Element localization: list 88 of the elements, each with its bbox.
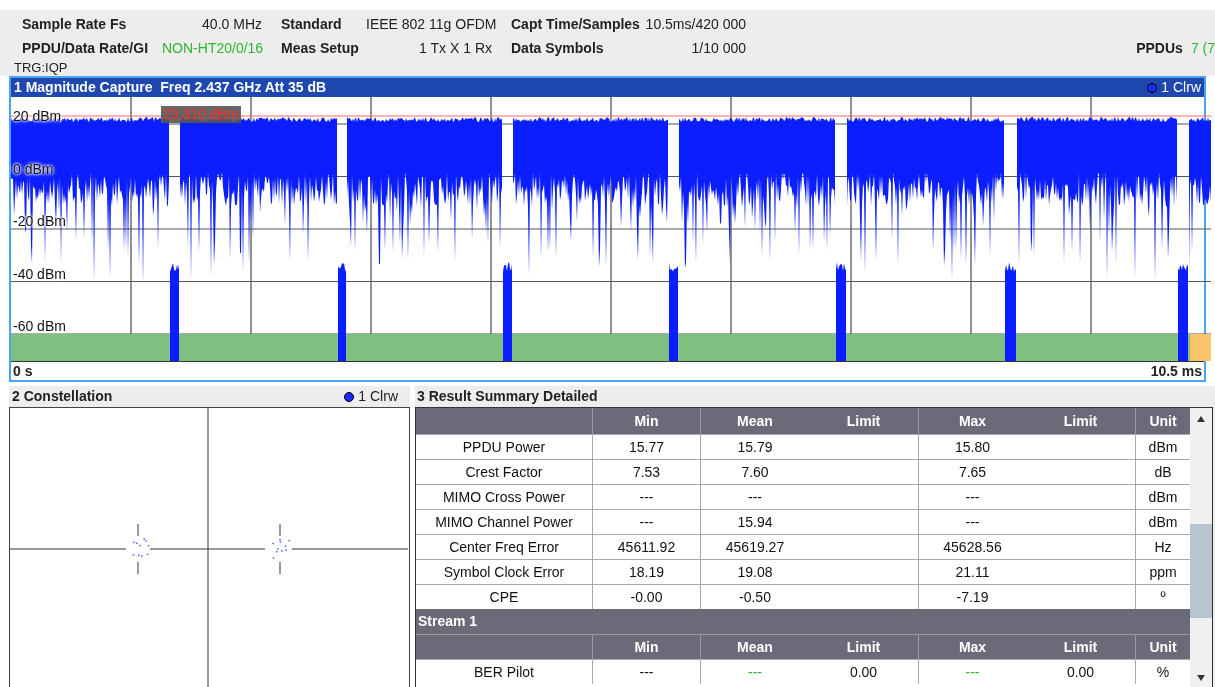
info-label: Meas Setup bbox=[281, 38, 360, 58]
table-cell-text: --- bbox=[639, 662, 654, 682]
column-header: Unit bbox=[1149, 637, 1177, 657]
table-cell-text: --- bbox=[748, 487, 762, 507]
marker-label: 23.310 dBm bbox=[161, 106, 241, 123]
range-marker bbox=[1190, 334, 1211, 361]
table-cell-text: Symbol Clock Error bbox=[443, 562, 565, 582]
symbol-cluster-drawing bbox=[272, 523, 290, 575]
table-cell-text: --- bbox=[965, 487, 980, 507]
info-label: Capt Time/Samples bbox=[511, 14, 641, 34]
table-cell-text: Center Freq Error bbox=[449, 537, 559, 557]
info-label: Standard bbox=[281, 14, 343, 34]
table-cell-text: ppm bbox=[1149, 562, 1177, 582]
table-cell-text: 7.65 bbox=[958, 462, 987, 482]
info-label: PPDU/Data Rate/GI bbox=[22, 38, 150, 58]
table-cell-text: 21.11 bbox=[955, 562, 990, 582]
trace-label: 1 Clrw bbox=[1161, 78, 1201, 97]
scroll-up-icon[interactable] bbox=[1197, 416, 1205, 422]
info-value: 1 Tx X 1 Rx bbox=[418, 38, 492, 58]
info-value: 7 (7 bbox=[1190, 38, 1215, 58]
table-cell-text: CPE bbox=[489, 587, 519, 607]
table-cell-text: 18.19 bbox=[628, 562, 664, 582]
column-header: Max bbox=[958, 411, 987, 431]
table-cell-text: 19.08 bbox=[737, 562, 773, 582]
column-header: Limit bbox=[846, 637, 881, 657]
trace-label: 1 Clrw bbox=[358, 387, 398, 406]
column-header: Min bbox=[634, 637, 659, 657]
table-cell-text: BER Pilot bbox=[474, 662, 534, 682]
table-cell-text: MIMO Channel Power bbox=[435, 512, 573, 532]
scrollbar-thumb[interactable] bbox=[1190, 524, 1212, 618]
table-cell-text: 7.60 bbox=[741, 462, 769, 482]
panel-title: 2 Constellation bbox=[12, 387, 113, 406]
table-cell-text: --- bbox=[965, 512, 980, 532]
table-cell-text: MIMO Cross Power bbox=[442, 487, 566, 507]
axis-label: 0 s bbox=[13, 361, 33, 381]
axis-label: -40 dBm bbox=[13, 265, 66, 282]
table-cell-text: 15.94 bbox=[737, 512, 773, 532]
axis-label: 20 dBm bbox=[13, 108, 62, 124]
panel-title: 1 Magnitude Capture Freq 2.437 GHz Att 35 dB bbox=[14, 78, 327, 97]
table-cell-text: Crest Factor bbox=[465, 462, 543, 482]
info-value: 40.0 MHz bbox=[201, 14, 262, 34]
axis-label: 0 dBm bbox=[13, 160, 54, 177]
table-cell-text: 15.77 bbox=[628, 437, 664, 457]
column-header: Limit bbox=[1063, 411, 1098, 431]
info-label: Data Symbols bbox=[511, 38, 605, 58]
trigger-label: TRG:IQP bbox=[13, 60, 69, 76]
table-cell-text: PPDU Power bbox=[462, 437, 546, 457]
column-header: Limit bbox=[1063, 637, 1098, 657]
table-cell-text: 45628.56 bbox=[943, 537, 1002, 557]
table-cell-text: dBm bbox=[1148, 512, 1178, 532]
column-header: Mean bbox=[737, 411, 773, 431]
column-header: Limit bbox=[846, 411, 881, 431]
table-cell-text: 45611.92 bbox=[617, 537, 676, 557]
column-header: Unit bbox=[1149, 411, 1177, 431]
axis-label: -60 dBm bbox=[13, 318, 66, 334]
section-title: Stream 1 bbox=[418, 612, 478, 631]
info-value: 1/10 000 bbox=[690, 38, 746, 58]
symbol-cluster-drawing bbox=[132, 523, 150, 575]
table-cell-text: --- bbox=[965, 662, 980, 682]
axis-label: 10.5 ms bbox=[1150, 361, 1202, 381]
table-cell-text: 45619.27 bbox=[725, 537, 785, 557]
table-cell-text: --- bbox=[748, 662, 762, 682]
table-cell-text: dBm bbox=[1148, 437, 1178, 457]
info-value: 10.5ms/420 000 bbox=[644, 14, 746, 34]
scroll-down-icon[interactable] bbox=[1197, 675, 1205, 681]
table-cell-text: -0.00 bbox=[630, 587, 663, 607]
column-header: Min bbox=[634, 411, 659, 431]
column-header: Mean bbox=[737, 637, 773, 657]
table-cell-text: º bbox=[1160, 587, 1166, 607]
table-cell-text: 15.79 bbox=[737, 437, 773, 457]
table-cell-text: 0.00 bbox=[1066, 662, 1095, 682]
info-label: PPDUs bbox=[1136, 38, 1183, 58]
table-cell-text: -7.19 bbox=[956, 587, 989, 607]
table-cell-text: 7.53 bbox=[632, 462, 661, 482]
scrollbar[interactable] bbox=[1190, 408, 1212, 687]
table-cell-text: % bbox=[1156, 662, 1170, 682]
column-header: Max bbox=[958, 637, 987, 657]
info-value: NON-HT20/0/16 bbox=[162, 38, 262, 58]
table-cell-text: dBm bbox=[1148, 487, 1178, 507]
info-label: Sample Rate Fs bbox=[22, 14, 128, 34]
panel-title: 3 Result Summary Detailed bbox=[417, 387, 598, 406]
table-cell-text: --- bbox=[639, 512, 654, 532]
table-cell-text: -0.50 bbox=[739, 587, 771, 607]
table-cell-text: 0.00 bbox=[849, 662, 878, 682]
table-cell-text: Hz bbox=[1154, 537, 1172, 557]
table-cell-text: dB bbox=[1154, 462, 1172, 482]
table-cell-text: --- bbox=[639, 487, 654, 507]
table-cell-text: 15.80 bbox=[954, 437, 990, 457]
